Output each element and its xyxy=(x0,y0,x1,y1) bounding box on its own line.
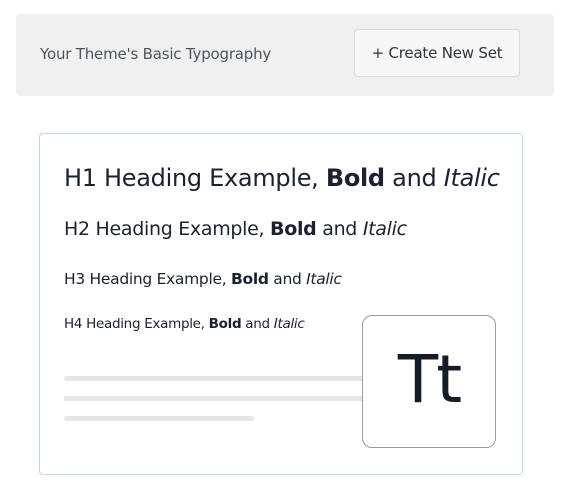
h3-and: and xyxy=(268,270,307,288)
paragraph-placeholder-line xyxy=(64,376,364,381)
paragraph-placeholder-line xyxy=(64,396,364,401)
h1-example: H1 Heading Example, Bold and Italic xyxy=(64,164,500,192)
h1-text: H1 Heading Example, xyxy=(64,164,326,192)
h4-and: and xyxy=(241,316,274,332)
h2-text: H2 Heading Example, xyxy=(64,218,271,240)
h1-bold: Bold xyxy=(325,164,385,192)
page-title: Your Theme's Basic Typography xyxy=(40,45,272,63)
h4-example: H4 Heading Example, Bold and Italic xyxy=(64,316,305,332)
h3-bold: Bold xyxy=(230,270,269,288)
typography-set-card[interactable]: H1 Heading Example, Bold and Italic H2 H… xyxy=(39,133,523,475)
typography-header: Your Theme's Basic Typography + Create N… xyxy=(16,14,554,96)
h4-bold: Bold xyxy=(208,316,242,332)
h2-example: H2 Heading Example, Bold and Italic xyxy=(64,218,407,240)
h3-italic: Italic xyxy=(306,270,342,288)
h1-and: and xyxy=(384,164,444,192)
h3-example: H3 Heading Example, Bold and Italic xyxy=(64,270,342,288)
h2-italic: Italic xyxy=(362,218,407,240)
h2-bold: Bold xyxy=(270,218,317,240)
h1-italic: Italic xyxy=(443,164,500,192)
h4-italic: Italic xyxy=(273,316,305,332)
h4-text: H4 Heading Example, xyxy=(64,316,209,332)
create-new-set-button[interactable]: + Create New Set xyxy=(354,29,520,77)
paragraph-placeholder-line xyxy=(64,416,254,421)
h3-text: H3 Heading Example, xyxy=(64,270,231,288)
typography-preview-icon: Tt xyxy=(362,315,496,448)
tt-glyph: Tt xyxy=(397,341,462,418)
h2-and: and xyxy=(316,218,363,240)
